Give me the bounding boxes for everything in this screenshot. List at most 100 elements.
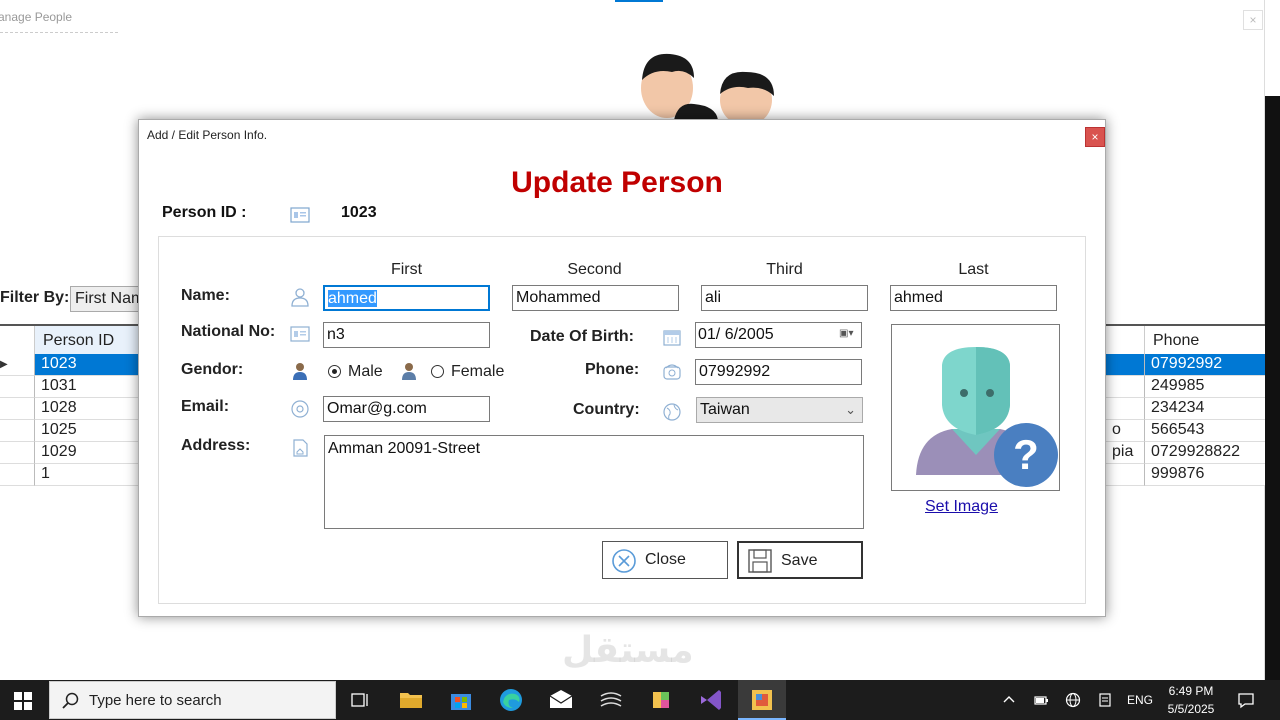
row-selector[interactable] bbox=[0, 442, 34, 464]
id-card-icon bbox=[290, 207, 310, 223]
window-close-button[interactable]: × bbox=[1243, 10, 1263, 30]
phone-column: Phone 07992992 249985 234234 566543 0729… bbox=[1144, 326, 1265, 486]
clock-time[interactable]: 6:49 PM bbox=[1160, 684, 1222, 698]
grid-cell-phone[interactable]: 0729928822 bbox=[1144, 442, 1265, 464]
country-select[interactable]: Taiwan ⌄ bbox=[696, 397, 863, 423]
grid-cell-country[interactable]: pia bbox=[1106, 442, 1144, 464]
column-header-phone[interactable]: Phone bbox=[1144, 326, 1265, 354]
female-label[interactable]: Female bbox=[451, 363, 504, 381]
people-icon bbox=[641, 53, 774, 120]
country-value: Taiwan bbox=[700, 401, 750, 418]
country-column: o pia bbox=[1106, 326, 1144, 486]
grid-cell-country[interactable] bbox=[1106, 376, 1144, 398]
column-header-blank bbox=[1106, 326, 1144, 354]
set-image-link[interactable]: Set Image bbox=[925, 498, 998, 516]
close-button[interactable]: Close bbox=[602, 541, 728, 579]
row-selector[interactable] bbox=[0, 398, 34, 420]
male-label[interactable]: Male bbox=[348, 363, 383, 381]
national-no-label: National No: bbox=[181, 323, 276, 340]
grid-cell-id[interactable]: 1029 bbox=[34, 442, 138, 464]
grid-cell-country[interactable] bbox=[1106, 464, 1144, 486]
floppy-disk-icon bbox=[748, 549, 772, 573]
language-indicator[interactable]: ENG bbox=[1127, 693, 1153, 707]
search-placeholder: Type here to search bbox=[89, 692, 222, 709]
row-pointer-icon[interactable]: ▶ bbox=[0, 354, 34, 376]
grid-cell-phone[interactable]: 566543 bbox=[1144, 420, 1265, 442]
grid-cell-id[interactable]: 1 bbox=[34, 464, 138, 486]
save-button[interactable]: Save bbox=[737, 541, 863, 579]
task-view-icon[interactable] bbox=[346, 686, 374, 714]
title-underline bbox=[0, 32, 118, 33]
male-radio[interactable] bbox=[328, 365, 341, 378]
grid-cell-id[interactable]: 1031 bbox=[34, 376, 138, 398]
first-name-input[interactable]: ahmed bbox=[323, 285, 490, 311]
row-selector[interactable] bbox=[0, 420, 34, 442]
national-no-input[interactable]: n3 bbox=[323, 322, 490, 348]
address-textarea[interactable]: Amman 20091-Street bbox=[324, 435, 864, 529]
grid-cell-country[interactable] bbox=[1106, 398, 1144, 420]
window-title: anage People bbox=[0, 10, 73, 24]
calendar-dropdown-icon[interactable]: ▣▾ bbox=[839, 328, 857, 342]
input-indicator-icon[interactable] bbox=[1097, 692, 1113, 708]
second-name-input[interactable]: Mohammed bbox=[512, 285, 679, 311]
email-input[interactable]: Omar@g.com bbox=[323, 396, 490, 422]
grid-cell-country[interactable] bbox=[1106, 354, 1144, 376]
edge-browser-icon[interactable] bbox=[497, 686, 525, 714]
app-wave-icon[interactable] bbox=[597, 686, 625, 714]
female-radio[interactable] bbox=[431, 365, 444, 378]
grid-cell-phone[interactable]: 249985 bbox=[1144, 376, 1265, 398]
person-id-column: Person ID 1023 1031 1028 1025 1029 1 bbox=[34, 326, 138, 486]
unknown-person-icon: ? bbox=[916, 347, 1058, 487]
row-selector[interactable] bbox=[0, 464, 34, 486]
chevron-down-icon: ⌄ bbox=[845, 402, 856, 417]
app-colorful-icon[interactable] bbox=[647, 686, 675, 714]
dob-label: Date Of Birth: bbox=[530, 328, 634, 345]
dob-picker[interactable]: 01/ 6/2005 ▣▾ bbox=[695, 322, 862, 348]
winforms-app-icon bbox=[752, 690, 772, 710]
chevron-up-icon[interactable] bbox=[1001, 692, 1017, 708]
globe-icon bbox=[663, 403, 681, 421]
address-label: Address: bbox=[181, 437, 251, 454]
visual-studio-icon[interactable] bbox=[697, 686, 725, 714]
row-selector-column: ▶ bbox=[0, 354, 34, 486]
third-name-header: Third bbox=[766, 261, 803, 278]
grid-cell-id[interactable]: 1028 bbox=[34, 398, 138, 420]
battery-icon[interactable] bbox=[1033, 692, 1049, 708]
close-circle-icon bbox=[612, 549, 636, 573]
svg-text:?: ? bbox=[1013, 431, 1039, 478]
last-name-input[interactable]: ahmed bbox=[890, 285, 1057, 311]
grid-cell-id[interactable]: 1023 bbox=[34, 354, 138, 376]
taskbar-search[interactable]: Type here to search bbox=[49, 681, 336, 719]
third-name-input[interactable]: ali bbox=[701, 285, 868, 311]
windows-start-icon[interactable] bbox=[14, 692, 32, 710]
file-explorer-icon[interactable] bbox=[397, 686, 425, 714]
column-header-person-id[interactable]: Person ID bbox=[34, 326, 138, 354]
store-icon[interactable] bbox=[447, 686, 475, 714]
grid-cell-phone[interactable]: 234234 bbox=[1144, 398, 1265, 420]
window-accent bbox=[615, 0, 663, 2]
gender-label: Gendor: bbox=[181, 361, 244, 378]
phone-icon bbox=[663, 364, 681, 380]
person-id-value: 1023 bbox=[341, 204, 377, 221]
search-icon bbox=[62, 692, 79, 709]
mail-icon[interactable] bbox=[547, 686, 575, 714]
grid-cell-id[interactable]: 1025 bbox=[34, 420, 138, 442]
dialog-close-button[interactable]: × bbox=[1085, 127, 1105, 147]
person-id-label: Person ID : bbox=[162, 204, 247, 221]
row-selector[interactable] bbox=[0, 376, 34, 398]
dob-value: 01/ 6/2005 bbox=[698, 326, 774, 343]
grid-cell-phone[interactable]: 999876 bbox=[1144, 464, 1265, 486]
person-photo: ? bbox=[891, 324, 1060, 491]
active-app-highlight[interactable] bbox=[738, 680, 786, 720]
dialog-title: Add / Edit Person Info. bbox=[147, 128, 268, 142]
network-globe-icon[interactable] bbox=[1065, 692, 1081, 708]
email-at-icon bbox=[291, 400, 309, 418]
country-label: Country: bbox=[573, 401, 640, 418]
phone-input[interactable]: 07992992 bbox=[695, 359, 862, 385]
grid-cell-country[interactable]: o bbox=[1106, 420, 1144, 442]
edit-person-dialog: Add / Edit Person Info. × Update Person … bbox=[138, 119, 1106, 617]
notification-icon[interactable] bbox=[1237, 691, 1255, 709]
person-icon bbox=[291, 288, 309, 307]
clock-date[interactable]: 5/5/2025 bbox=[1160, 702, 1222, 716]
grid-cell-phone[interactable]: 07992992 bbox=[1144, 354, 1265, 376]
